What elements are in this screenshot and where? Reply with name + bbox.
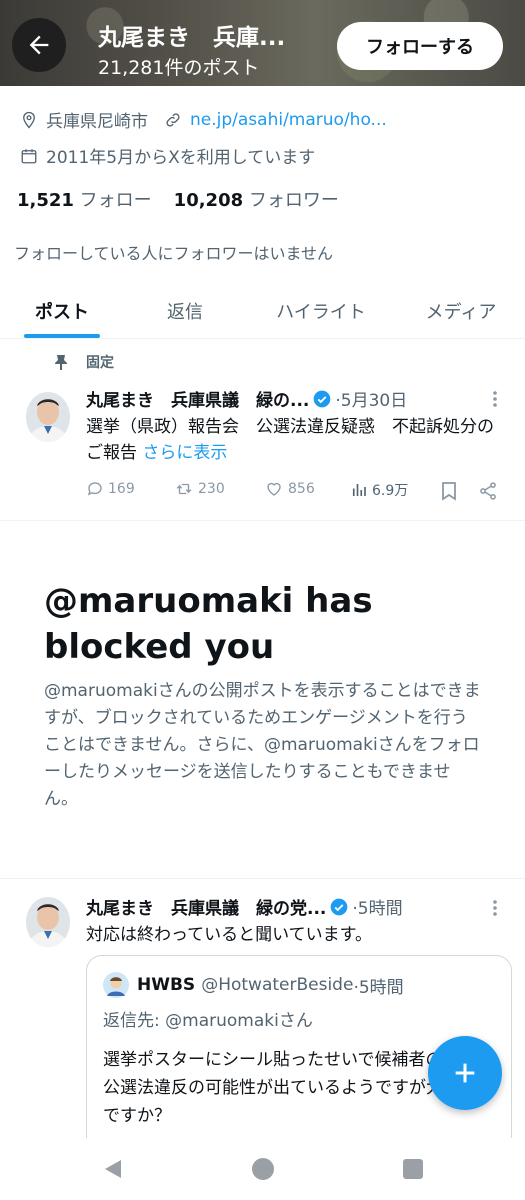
- location-text: 兵庫県尼崎市: [46, 112, 148, 132]
- plus-icon: [455, 1063, 475, 1083]
- quoted-author-handle: @HotwaterBeside: [201, 975, 354, 995]
- reply-action[interactable]: 169: [86, 480, 135, 498]
- tab-media[interactable]: メディア: [407, 286, 515, 336]
- link-icon: [166, 112, 180, 127]
- quoted-author-name: HWBS: [137, 975, 196, 995]
- location-pin-icon: [23, 111, 35, 129]
- quoted-tweet-header: HWBS @HotwaterBeside ·5時間: [103, 972, 404, 998]
- tweet-author-name[interactable]: 丸尾まき 兵庫県議 緑の...: [86, 386, 309, 411]
- quoted-avatar: [103, 972, 129, 998]
- pinned-tweet-header: 丸尾まき 兵庫県議 緑の... ·5月30日: [86, 386, 506, 411]
- avatar[interactable]: [26, 392, 70, 442]
- nav-recents-icon[interactable]: [402, 1158, 424, 1180]
- following-count: 1,521: [17, 190, 74, 211]
- pinned-label: 固定: [86, 355, 114, 371]
- header-display-name: 丸尾まき 兵庫...: [98, 25, 286, 51]
- repost-count: 230: [198, 481, 225, 497]
- show-more-link[interactable]: さらに表示: [142, 443, 227, 463]
- mutual-followers-note: フォローしている人にフォロワーはいません: [14, 244, 334, 263]
- tweet-time[interactable]: ·5時間: [352, 894, 402, 919]
- nav-back-icon[interactable]: [102, 1158, 124, 1180]
- joined-row: 2011年5月からXを利用しています: [20, 143, 315, 168]
- header-post-count: 21,281件のポスト: [98, 57, 260, 79]
- bookmark-icon[interactable]: [441, 481, 457, 501]
- reply-to-line: 返信先: @maruomakiさん: [103, 1006, 313, 1031]
- profile-photo: [26, 897, 70, 947]
- pin-icon: [55, 355, 67, 370]
- follow-button[interactable]: フォローする: [337, 22, 503, 70]
- share-icon[interactable]: [478, 481, 498, 501]
- follow-stats-row: 1,521 フォロー 10,208 フォロワー: [17, 186, 339, 212]
- views-count: 6.9万: [372, 483, 409, 499]
- pinned-indicator: 固定: [54, 352, 114, 372]
- tab-posts[interactable]: ポスト: [12, 286, 112, 336]
- blocked-title: @maruomaki has blocked you: [44, 581, 373, 667]
- more-options-icon[interactable]: [492, 899, 498, 917]
- profile-photo: [26, 392, 70, 442]
- following-label: フォロー: [79, 190, 152, 211]
- nav-home-icon[interactable]: [251, 1157, 275, 1181]
- views-chart-icon: [352, 484, 366, 496]
- verified-badge-icon: [331, 898, 348, 915]
- tab-replies[interactable]: 返信: [135, 286, 235, 336]
- reply-to-prefix: 返信先:: [103, 1011, 166, 1031]
- joined-text: 2011年5月からXを利用しています: [46, 148, 316, 168]
- tweet-text: 対応は終わっていると聞いています。: [86, 925, 372, 945]
- verified-badge-icon: [314, 390, 331, 407]
- reply-icon: [87, 482, 102, 496]
- like-action[interactable]: 856: [264, 480, 315, 498]
- tab-highlights[interactable]: ハイライト: [258, 286, 384, 336]
- blocked-description: @maruomakiさんの公開ポストを表示することはできますが、ブロックされてい…: [44, 681, 481, 809]
- pinned-tweet-body: 選挙（県政）報告会 公選法違反疑惑 不起訴処分のご報告 さらに表示: [86, 414, 506, 466]
- compose-post-button[interactable]: [428, 1036, 502, 1110]
- calendar-icon: [21, 148, 37, 163]
- views-action[interactable]: 6.9万: [350, 480, 408, 500]
- tweet-date[interactable]: ·5月30日: [335, 386, 407, 411]
- like-count: 856: [288, 481, 315, 497]
- followers-count: 10,208: [173, 190, 244, 211]
- location-row: 兵庫県尼崎市 ne.jp/asahi/maruo/ho...: [20, 107, 387, 132]
- tabs-divider: [0, 338, 525, 339]
- tweet-divider: [0, 520, 525, 521]
- following-stat[interactable]: 1,521 フォロー: [17, 186, 152, 212]
- back-button[interactable]: [12, 18, 66, 72]
- avatar[interactable]: [26, 897, 70, 947]
- system-navigation-bar: [0, 1138, 525, 1200]
- reply-to-user[interactable]: @maruomakiさん: [165, 1011, 313, 1031]
- tweet-header: 丸尾まき 兵庫県議 緑の党... ·5時間: [86, 894, 496, 919]
- profile-website-link[interactable]: ne.jp/asahi/maruo/ho...: [190, 110, 387, 130]
- repost-icon: [176, 483, 192, 495]
- followers-label: フォロワー: [248, 190, 339, 211]
- tweet-author-name[interactable]: 丸尾まき 兵庫県議 緑の党...: [86, 894, 326, 919]
- more-options-icon[interactable]: [492, 390, 498, 408]
- quoted-time: ·5時間: [353, 977, 404, 998]
- quoted-tweet-text: 選挙ポスターにシール貼ったせいで候補者の方、公選法違反の可能性が出ているようです…: [103, 1050, 477, 1126]
- arrow-left-icon: [29, 35, 49, 55]
- followers-stat[interactable]: 10,208 フォロワー: [174, 186, 339, 212]
- repost-action[interactable]: 230: [174, 480, 225, 498]
- reply-count: 169: [108, 481, 135, 497]
- heart-icon: [267, 482, 281, 496]
- section-divider: [0, 878, 525, 879]
